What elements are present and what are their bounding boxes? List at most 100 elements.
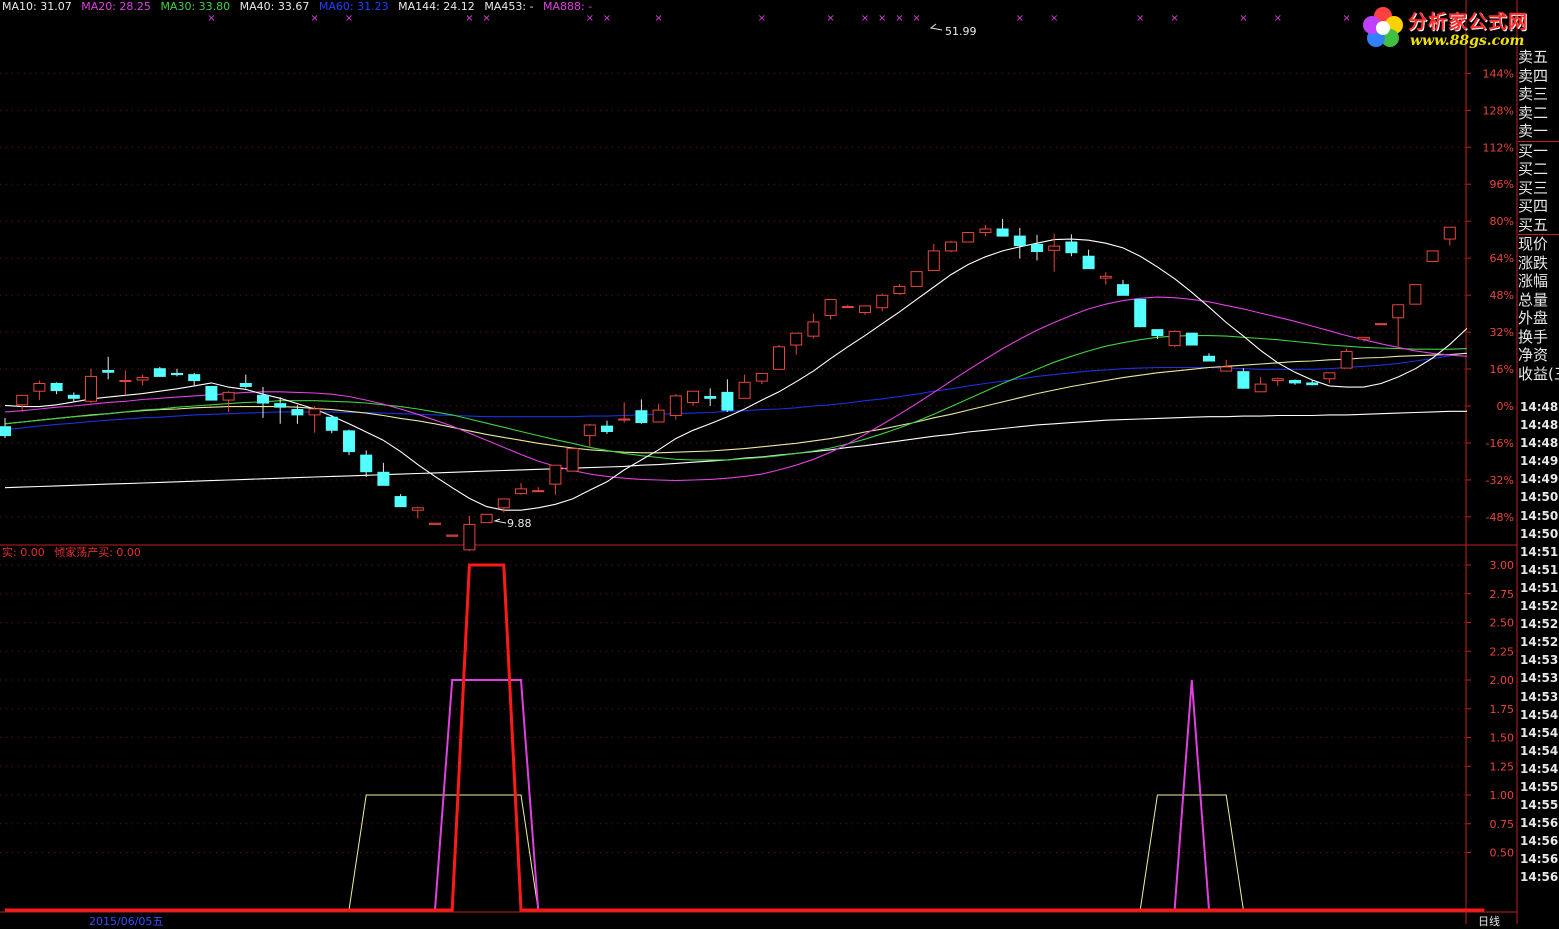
period-label[interactable]: 日线: [1478, 913, 1500, 929]
candle-body-up: [893, 285, 906, 295]
signal-marker: ×: [207, 13, 215, 24]
time-label: 14:48: [1520, 400, 1559, 414]
side-panel-item: 卖二: [1518, 103, 1549, 122]
candle-body-up: [136, 377, 149, 381]
legend-ma888: MA888: -: [543, 0, 593, 13]
candle-body-down: [325, 416, 338, 431]
price-axis-label: 112%: [1483, 141, 1514, 154]
candle-body-down: [1134, 298, 1147, 328]
side-panel-item: 买二: [1518, 160, 1549, 178]
indicator-axis-label: 2.00: [1490, 674, 1515, 687]
price-axis-label: 80%: [1490, 215, 1514, 228]
candle-body-up: [1375, 323, 1387, 326]
candle-body-down: [205, 385, 218, 401]
time-label: 14:49: [1520, 472, 1559, 487]
side-panel-item: 买三: [1518, 178, 1549, 197]
signal-marker: ×: [1274, 13, 1282, 24]
candle-body-up: [876, 294, 889, 309]
candle-body-up: [1168, 330, 1181, 347]
side-panel-item: 涨跌: [1518, 253, 1549, 272]
candle-body-down: [1289, 380, 1301, 384]
indicator-axis-label: 0.75: [1490, 818, 1515, 831]
signal-marker: ×: [482, 13, 490, 24]
candle-body-up: [979, 228, 992, 234]
side-panel-item: 收益(三): [1518, 364, 1559, 383]
time-label: 14:56: [1520, 852, 1559, 867]
side-panel-item: 买一: [1518, 140, 1559, 161]
candle-body-down: [377, 471, 390, 486]
indicator-axis-label: 2.50: [1490, 617, 1515, 630]
side-panel-item: 卖五: [1518, 48, 1549, 66]
candle-body-down: [1065, 241, 1078, 254]
indicator-axis-label: 0.50: [1490, 847, 1515, 860]
time-label: 14:51: [1520, 580, 1559, 595]
signal-marker: ×: [345, 13, 353, 24]
side-panel-item: 净资: [1518, 346, 1549, 364]
signal-marker: ×: [1136, 13, 1144, 24]
candle-body-down: [704, 396, 717, 399]
candle-body-up: [549, 464, 562, 485]
kline-chart-svg[interactable]: 144% 128% 112% 96% 80% 64% 48% 32% 16% 0% -16% -32%…: [0, 0, 1559, 924]
signal-marker: ×: [1170, 13, 1178, 24]
time-label: 14:48: [1520, 418, 1559, 433]
price-axis-label: -48%: [1486, 511, 1514, 524]
candle-body-up: [755, 372, 768, 382]
flower-logo-icon: [1363, 7, 1403, 47]
candle-body-up: [566, 448, 579, 472]
candle-body-up: [446, 534, 459, 537]
logo-title: 分析家公式网: [1408, 11, 1529, 33]
indicator-axis-label: 1.25: [1490, 760, 1515, 773]
candle-body-up: [687, 390, 699, 403]
price-axis-label: 128%: [1483, 104, 1514, 117]
candle-body-down: [1306, 382, 1319, 386]
signal-marker: ×: [1016, 13, 1024, 24]
candle-body-up: [669, 395, 682, 416]
time-label: 14:51: [1520, 544, 1559, 559]
candle-body-up: [910, 271, 923, 287]
candle-body-up: [1392, 304, 1405, 319]
signal-marker: ×: [826, 13, 834, 24]
candle-body-up: [1426, 250, 1439, 263]
legend-ma453: MA453: -: [484, 0, 534, 13]
side-panel-item: 卖一: [1518, 122, 1549, 140]
time-label: 14:55: [1520, 779, 1559, 794]
candle-body-down: [257, 394, 269, 404]
price-axis-label: 48%: [1490, 289, 1514, 302]
ma-legend: MA10: 31.07 MA20: 28.25 MA30: 33.80 MA40…: [2, 0, 598, 14]
time-label: 14:54: [1520, 743, 1559, 758]
candle-body-up: [1323, 372, 1336, 380]
candle-body-down: [1013, 235, 1026, 247]
candle-body-up: [583, 424, 596, 437]
candle-body-down: [343, 430, 355, 453]
time-label: 14:56: [1520, 816, 1559, 831]
candle-body-up: [497, 498, 510, 509]
candle-body-down: [188, 374, 201, 382]
candle-body-down: [171, 372, 183, 376]
high-arrow: [929, 23, 943, 31]
candle-body-up: [1220, 366, 1233, 372]
signal-marker: ×: [912, 13, 920, 24]
candle-body-up: [1357, 336, 1370, 340]
time-label: 14:50: [1520, 526, 1559, 541]
candle-body-up: [1340, 351, 1353, 369]
candle-body-up: [119, 380, 132, 383]
candle-body-down: [291, 409, 304, 416]
candle-body-down: [360, 454, 373, 473]
side-panel-item: 卖三: [1518, 85, 1549, 103]
legend-ma60: MA60: 31.23: [318, 0, 389, 13]
side-panel-item: 换手: [1518, 327, 1549, 346]
side-panel-item: 总量: [1518, 290, 1549, 309]
tick-time-column: 14:48 14:48 14:48 14:49 14:49 14:50 14:50 14:50…: [1520, 398, 1559, 887]
candle-body-down: [394, 496, 407, 508]
candle-body-up: [738, 381, 751, 399]
candle-body-down: [1151, 329, 1164, 337]
low-arrow: [493, 518, 507, 524]
side-panel-item: 涨幅: [1518, 272, 1549, 290]
legend-ma30: MA30: 33.80: [160, 0, 231, 13]
candle-body-up: [429, 522, 441, 525]
time-label: 14:50: [1520, 490, 1559, 505]
price-axis-label: -32%: [1486, 474, 1514, 487]
logo-url: www.88gs.com: [1410, 33, 1525, 49]
candle-body-down: [50, 383, 63, 392]
indicator-axis-label: 1.00: [1490, 789, 1515, 802]
